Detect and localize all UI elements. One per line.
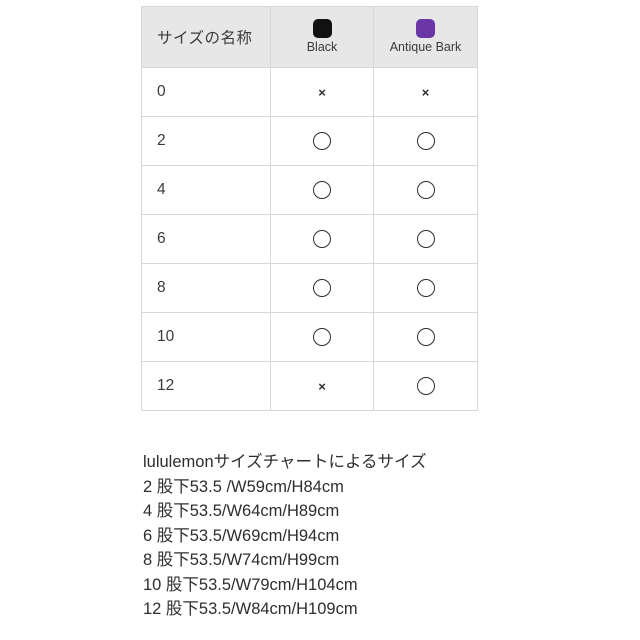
size-name-cell: 6 — [141, 214, 271, 264]
antique-bark-swatch-group: Antique Bark — [374, 19, 477, 55]
availability-cell-antique-bark — [373, 263, 478, 313]
availability-cell-antique-bark — [373, 312, 478, 362]
color-swatch-icon-antique-bark — [416, 19, 435, 39]
available-circle-icon — [416, 230, 435, 249]
size-note-line: 2 股下53.5 /W59cm/H84cm — [143, 477, 344, 496]
size-name-cell: 12 — [141, 361, 271, 411]
availability-cell-black: × — [270, 361, 374, 411]
table-row: 6 — [141, 214, 478, 264]
availability-cell-black — [270, 214, 374, 264]
availability-cell-black — [270, 116, 374, 166]
availability-cell-antique-bark — [373, 165, 478, 215]
size-name-cell: 8 — [141, 263, 271, 313]
unavailable-cross-icon: × — [421, 84, 430, 100]
available-circle-icon — [313, 181, 331, 200]
size-name-cell: 4 — [141, 165, 271, 215]
size-name-cell: 10 — [141, 312, 271, 362]
available-circle-icon — [416, 181, 435, 200]
size-name-cell: 0 — [141, 67, 271, 117]
size-name-cell: 2 — [141, 116, 271, 166]
table-row: 2 — [141, 116, 478, 166]
size-notes-block: lululemonサイズチャートによるサイズ 2 股下53.5 /W59cm/H… — [143, 450, 613, 622]
size-note-line: 4 股下53.5/W64cm/H89cm — [143, 502, 340, 520]
table-row: 12 × — [141, 361, 478, 411]
color-swatch-icon-black — [312, 19, 332, 39]
available-circle-icon — [416, 377, 435, 396]
size-note-line: 10 股下53.5/W79cm/H104cm — [143, 575, 358, 594]
availability-cell-black — [270, 263, 374, 313]
availability-cell-antique-bark — [373, 116, 478, 166]
table-body: 0 × × 2 4 6 8 10 12 × — [141, 67, 478, 411]
available-circle-icon — [313, 230, 331, 249]
table-row: 4 — [141, 165, 478, 215]
size-availability-table: サイズの名称 Black Antique Bark 0 × × 2 4 6 8 10 12 × — [141, 6, 478, 411]
size-notes-title: lululemonサイズチャートによるサイズ — [143, 453, 427, 471]
unavailable-cross-icon: × — [318, 84, 326, 100]
available-circle-icon — [313, 279, 331, 298]
unavailable-cross-icon: × — [318, 378, 326, 394]
table-row: 10 — [141, 312, 478, 362]
column-header-size-name: サイズの名称 — [141, 6, 271, 68]
table-row: 8 — [141, 263, 478, 313]
antique-bark-color-label: Antique Bark — [389, 40, 462, 55]
black-color-label: Black — [306, 40, 338, 55]
availability-cell-antique-bark — [373, 214, 478, 264]
availability-cell-black — [270, 165, 374, 215]
size-notes-lines: 2 股下53.5 /W59cm/H84cm 4 股下53.5/W64cm/H89c… — [143, 475, 613, 622]
size-note-line: 12 股下53.5/W84cm/H109cm — [143, 600, 358, 618]
table-header-row: サイズの名称 Black Antique Bark — [141, 6, 478, 68]
available-circle-icon — [416, 328, 435, 347]
availability-cell-antique-bark — [373, 361, 478, 411]
size-availability-table-container: サイズの名称 Black Antique Bark 0 × × 2 4 6 8 10 12 × — [141, 6, 478, 411]
available-circle-icon — [313, 328, 331, 347]
available-circle-icon — [313, 132, 331, 151]
size-note-line: 6 股下53.5/W69cm/H94cm — [143, 526, 340, 545]
column-header-antique-bark: Antique Bark — [373, 6, 478, 68]
availability-cell-antique-bark: × — [373, 67, 478, 117]
availability-cell-black — [270, 312, 374, 362]
black-swatch-group: Black — [271, 19, 373, 55]
available-circle-icon — [416, 279, 435, 298]
table-header: サイズの名称 Black Antique Bark — [141, 6, 478, 68]
availability-cell-black: × — [270, 67, 374, 117]
available-circle-icon — [416, 132, 435, 151]
column-header-black: Black — [270, 6, 374, 68]
size-note-line: 8 股下53.5/W74cm/H99cm — [143, 551, 340, 569]
table-row: 0 × × — [141, 67, 478, 117]
